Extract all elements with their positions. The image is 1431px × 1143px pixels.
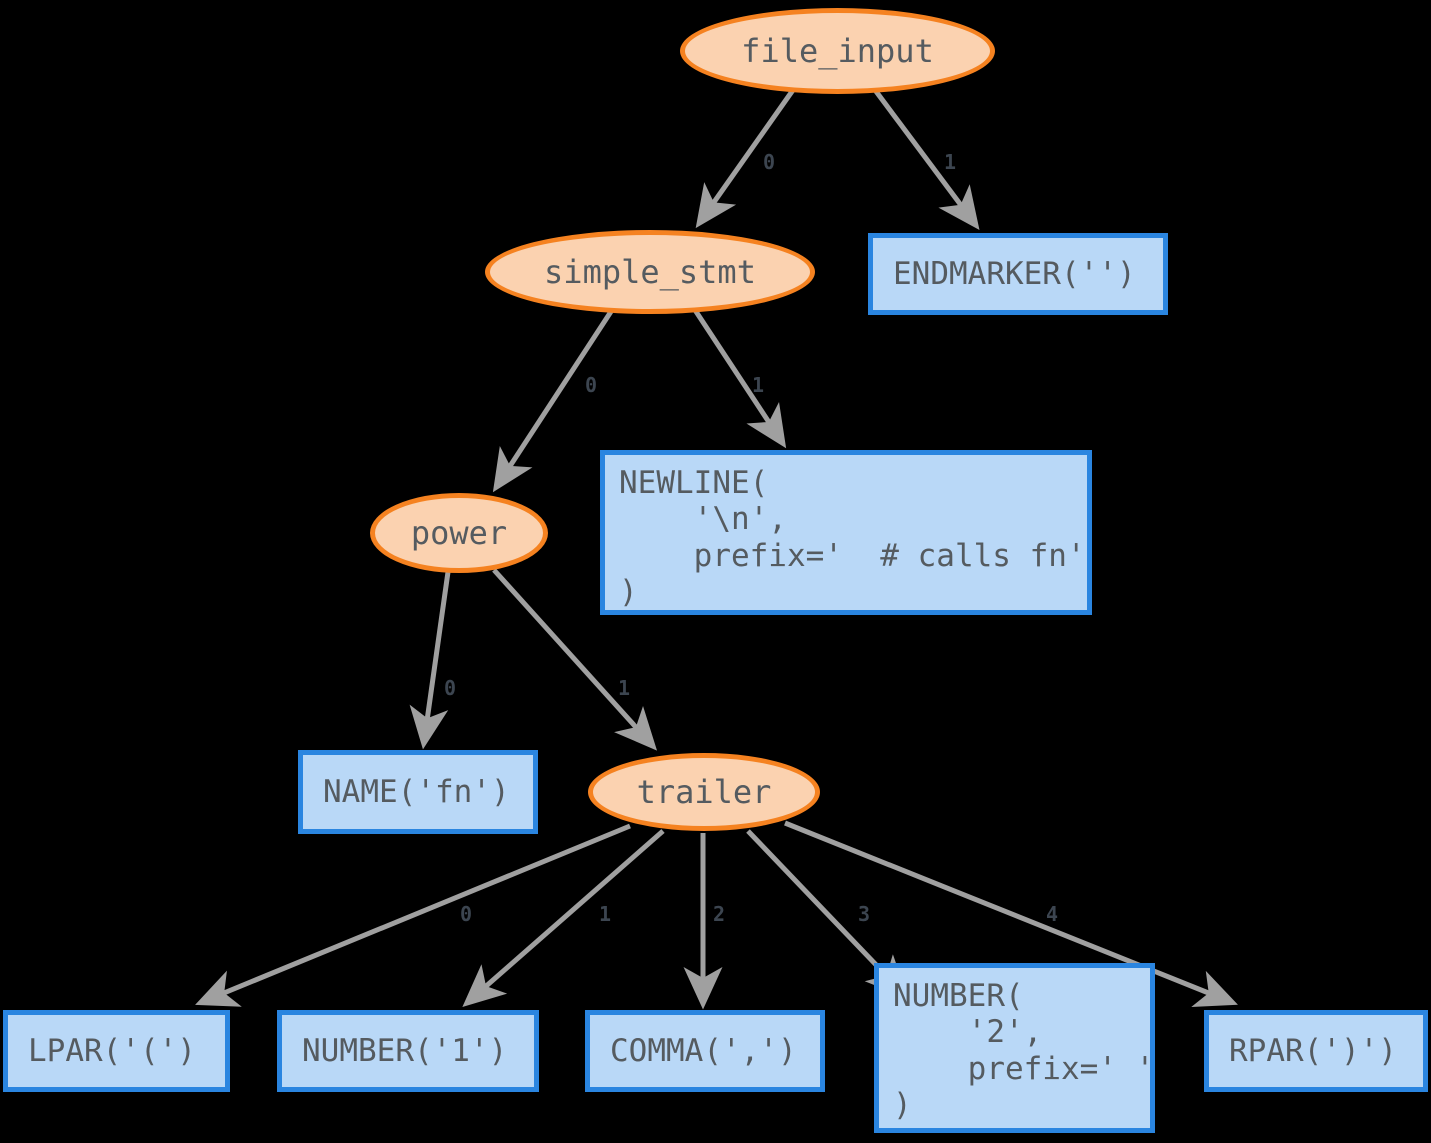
graph-edge-power-to-name_fn	[409, 571, 451, 750]
graph-node-name_fn[interactable]: NAME('fn')	[298, 750, 538, 834]
graph-edge-trailer-to-number1	[462, 829, 665, 1007]
graph-node-power[interactable]: power	[370, 493, 548, 573]
graph-edge-file_input-to-simple_stmt	[695, 88, 796, 229]
edge-label-power-trailer: 1	[618, 676, 631, 700]
graph-edge-simple_stmt-to-newline	[692, 308, 787, 449]
graph-node-rpar[interactable]: RPAR(')')	[1204, 1010, 1428, 1092]
graph-edge-file_input-to-endmarker	[872, 88, 980, 231]
graph-node-newline[interactable]: NEWLINE( '\n', prefix=' # calls fn' )	[600, 450, 1092, 615]
edge-label-trailer-lpar: 0	[460, 902, 473, 926]
edge-label-trailer-number1: 1	[599, 902, 612, 926]
edge-label-trailer-number2: 3	[858, 902, 871, 926]
edge-label-trailer-comma: 2	[713, 902, 726, 926]
graph-node-lpar[interactable]: LPAR('(')	[3, 1010, 230, 1092]
graph-node-number1[interactable]: NUMBER('1')	[277, 1010, 539, 1092]
graph-node-comma[interactable]: COMMA(',')	[585, 1010, 825, 1092]
graph-node-number2[interactable]: NUMBER( '2', prefix=' ' )	[874, 963, 1155, 1133]
edge-label-simple_stmt-power: 0	[585, 373, 598, 397]
edge-label-file_input-endmarker: 1	[944, 150, 957, 174]
parse-tree-graph: file_input simple_stmt ENDMARKER('') power N…	[0, 0, 1431, 1143]
graph-node-endmarker[interactable]: ENDMARKER('')	[868, 233, 1168, 315]
edge-label-file_input-simple_stmt: 0	[763, 150, 776, 174]
edge-label-power-name_fn: 0	[444, 676, 457, 700]
graph-edge-simple_stmt-to-power	[492, 308, 615, 493]
edge-label-simple_stmt-newline: 1	[752, 373, 765, 397]
graph-node-file_input[interactable]: file_input	[680, 8, 995, 94]
graph-node-trailer[interactable]: trailer	[588, 753, 820, 831]
graph-node-simple_stmt[interactable]: simple_stmt	[485, 230, 815, 314]
edge-label-trailer-rpar: 4	[1046, 902, 1059, 926]
